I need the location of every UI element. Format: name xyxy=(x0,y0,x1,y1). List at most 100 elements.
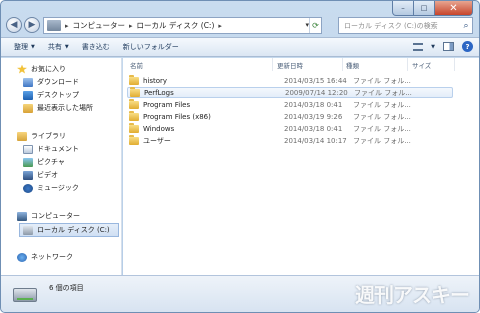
burn-button[interactable]: 書き込む xyxy=(82,42,110,52)
watermark: 週刊アスキー xyxy=(355,283,470,307)
column-header-date[interactable]: 更新日時 xyxy=(274,58,343,71)
close-icon: ✕ xyxy=(449,2,458,14)
breadcrumb-local-disk[interactable]: ローカル ディスク (C:) xyxy=(137,20,215,31)
column-header-size[interactable]: サイズ xyxy=(409,58,455,71)
nav-favorites[interactable]: お気に入り xyxy=(17,64,66,74)
computer-icon xyxy=(17,211,27,221)
search-box[interactable]: ローカル ディスク (C:)の検索 ⌕ xyxy=(338,17,473,34)
hard-drive-icon xyxy=(23,225,33,235)
nav-item-label: ミュージック xyxy=(37,184,79,192)
nav-computer[interactable]: コンピューター xyxy=(17,211,80,221)
file-name: Program Files xyxy=(143,100,191,109)
nav-item-documents[interactable]: ドキュメント xyxy=(23,144,79,154)
file-name: ユーザー xyxy=(143,136,171,145)
folder-icon xyxy=(129,134,139,145)
file-name: history xyxy=(143,76,168,85)
nav-item-recent-places[interactable]: 最近表示した場所 xyxy=(23,103,93,113)
nav-item-label: ドキュメント xyxy=(37,145,79,153)
file-type: ファイル フォル... xyxy=(353,124,411,133)
nav-computer-label: コンピューター xyxy=(31,212,80,220)
file-type: ファイル フォル... xyxy=(353,112,411,121)
back-arrow-icon: ◀ xyxy=(10,20,18,30)
nav-libraries-label: ライブラリ xyxy=(31,132,66,140)
nav-libraries[interactable]: ライブラリ xyxy=(17,131,66,141)
star-icon xyxy=(17,64,27,74)
nav-network[interactable]: ネットワーク xyxy=(17,252,73,262)
desktop-icon xyxy=(23,90,33,100)
breadcrumb-computer[interactable]: コンピューター xyxy=(73,20,126,31)
file-name: Program Files (x86) xyxy=(143,112,211,121)
nav-item-local-disk[interactable]: ローカル ディスク (C:) xyxy=(19,223,119,237)
help-icon[interactable]: ? xyxy=(462,41,473,52)
breadcrumb-separator: ▸ xyxy=(65,21,69,30)
back-button[interactable]: ◀ xyxy=(6,17,22,33)
maximize-button[interactable]: □ xyxy=(414,1,435,16)
file-row-history[interactable]: history 2014/03/15 16:44 ファイル フォル... xyxy=(127,74,453,86)
nav-item-label: ビデオ xyxy=(37,171,58,179)
preview-pane-icon[interactable] xyxy=(443,42,454,51)
column-header-label: 種類 xyxy=(346,61,359,70)
address-bar[interactable]: ▸ コンピューター ▸ ローカル ディスク (C:) ▸ ▾ ⟳ xyxy=(43,17,322,34)
column-header-label: 更新日時 xyxy=(277,61,303,70)
folder-icon xyxy=(130,86,140,97)
file-row-program-files[interactable]: Program Files 2014/03/18 0:41 ファイル フォル..… xyxy=(127,98,453,110)
share-menu[interactable]: 共有 ▼ xyxy=(48,42,69,52)
network-icon xyxy=(17,252,27,262)
file-row-users[interactable]: ユーザー 2014/03/14 10:17 ファイル フォル... xyxy=(127,134,453,146)
refresh-button[interactable]: ⟳ xyxy=(309,18,321,33)
folder-icon xyxy=(129,110,139,121)
nav-item-desktop[interactable]: デスクトップ xyxy=(23,90,79,100)
caption-buttons: – □ ✕ xyxy=(392,1,473,16)
videos-icon xyxy=(23,170,33,180)
file-date: 2014/03/14 10:17 xyxy=(284,136,347,145)
forward-arrow-icon: ▶ xyxy=(28,20,36,30)
file-row-perflogs[interactable]: PerfLogs 2009/07/14 12:20 ファイル フォル... xyxy=(127,86,453,98)
file-type: ファイル フォル... xyxy=(354,88,412,97)
column-header-type[interactable]: 種類 xyxy=(343,58,408,71)
dropdown-arrow-icon: ▼ xyxy=(31,44,35,50)
nav-item-music[interactable]: ミュージック xyxy=(23,183,79,193)
close-button[interactable]: ✕ xyxy=(435,1,473,16)
file-date: 2014/03/18 0:41 xyxy=(284,100,343,109)
breadcrumb-separator: ▸ xyxy=(218,21,222,30)
file-list: 名前 更新日時 種類 サイズ history 2014/03/15 16:44 … xyxy=(123,58,479,275)
nav-item-label: ダウンロード xyxy=(37,78,79,86)
new-folder-label: 新しいフォルダー xyxy=(122,43,179,51)
nav-item-videos[interactable]: ビデオ xyxy=(23,170,58,180)
new-folder-button[interactable]: 新しいフォルダー xyxy=(123,42,179,52)
minimize-icon: – xyxy=(401,4,405,12)
refresh-icon: ⟳ xyxy=(312,21,319,30)
column-header-name[interactable]: 名前 xyxy=(127,58,273,71)
file-date: 2014/03/19 9:26 xyxy=(284,112,343,121)
minimize-button[interactable]: – xyxy=(392,1,414,16)
file-date: 2009/07/14 12:20 xyxy=(285,88,348,97)
view-dropdown-icon[interactable]: ▼ xyxy=(431,44,435,50)
nav-item-downloads[interactable]: ダウンロード xyxy=(23,77,79,87)
change-view-icon[interactable] xyxy=(413,42,424,51)
navigation-pane: お気に入り ダウンロード デスクトップ 最近表示した場所 ライブラリ ドキュメン… xyxy=(1,58,122,275)
item-count: 6 個の項目 xyxy=(49,284,84,292)
organize-menu[interactable]: 整理 ▼ xyxy=(14,42,35,52)
folder-icon xyxy=(129,122,139,133)
pictures-icon xyxy=(23,157,33,167)
nav-item-label: ローカル ディスク (C:) xyxy=(37,226,110,234)
nav-network-label: ネットワーク xyxy=(31,253,73,261)
file-type: ファイル フォル... xyxy=(353,100,411,109)
recent-places-icon xyxy=(23,103,33,113)
explorer-window: – □ ✕ ◀ ▶ ▸ コンピューター ▸ ローカル ディスク (C:) ▸ ▾… xyxy=(0,0,480,313)
forward-button[interactable]: ▶ xyxy=(24,17,40,33)
file-name: Windows xyxy=(143,124,175,133)
nav-item-pictures[interactable]: ピクチャ xyxy=(23,157,65,167)
search-input[interactable]: ローカル ディスク (C:)の検索 xyxy=(344,21,460,31)
column-header-label: サイズ xyxy=(412,61,432,70)
burn-label: 書き込む xyxy=(81,43,110,51)
nav-item-label: ピクチャ xyxy=(37,158,65,166)
nav-item-label: 最近表示した場所 xyxy=(37,104,93,112)
nav-item-label: デスクトップ xyxy=(37,91,79,99)
music-icon xyxy=(23,183,33,193)
folder-icon xyxy=(129,74,139,85)
search-icon[interactable]: ⌕ xyxy=(460,18,472,33)
file-row-program-files-x86[interactable]: Program Files (x86) 2014/03/19 9:26 ファイル… xyxy=(127,110,453,122)
command-bar: 整理 ▼ 共有 ▼ 書き込む 新しいフォルダー ▼ ? xyxy=(1,37,479,57)
file-row-windows[interactable]: Windows 2014/03/18 0:41 ファイル フォル... xyxy=(127,122,453,134)
